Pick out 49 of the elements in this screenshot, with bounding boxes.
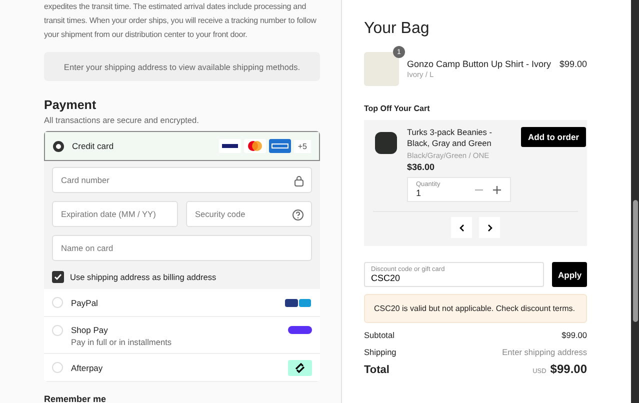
payment-option[interactable]: PayPal — [44, 289, 320, 317]
total-amount: $99.00 — [550, 362, 587, 376]
discount-warning-message: CSC20 is valid but not applicable. Check discount terms. — [364, 294, 587, 323]
payment-option-sublabel: Pay in full or in installments — [71, 337, 173, 347]
name-on-card-field[interactable]: Name on card — [52, 235, 312, 261]
chevron-left-icon — [458, 224, 464, 232]
more-cards-badge: +5 — [294, 140, 311, 152]
total-label: Total — [364, 364, 390, 376]
payment-option-label: Afterpay — [71, 362, 104, 372]
radio-button[interactable] — [53, 140, 64, 152]
mastercard-logo-icon — [244, 139, 266, 153]
payment-option-label: PayPal — [71, 298, 99, 308]
payment-option-label: Shop Pay — [71, 325, 109, 335]
summary-label: Subtotal — [364, 330, 394, 340]
bag-heading: Your Bag — [364, 20, 430, 38]
apply-button[interactable]: Apply — [552, 262, 587, 287]
summary-label: Shipping — [364, 347, 396, 357]
remember-me-heading: Remember me — [44, 394, 108, 403]
billing-checkbox-label: Use shipping address as billing address — [70, 272, 216, 282]
payment-option[interactable]: Shop Pay Pay in full or in installments — [44, 317, 320, 354]
upsell-product-price: $36.00 — [407, 162, 436, 172]
afterpay-logo-icon — [288, 360, 312, 376]
next-button[interactable] — [479, 217, 500, 238]
product-name: Gonzo Camp Button Up Shirt - Ivory — [407, 59, 552, 69]
summary-value: Enter shipping address — [502, 347, 587, 357]
upsell-product-name: Turks 3-pack Beanies - Black, Gray and Green — [407, 127, 493, 149]
payment-option-label: Credit card — [72, 141, 115, 151]
help-icon[interactable] — [292, 209, 304, 221]
quantity-value: 1 — [416, 188, 422, 198]
lock-icon — [294, 175, 304, 187]
upsell-heading: Top Off Your Cart — [364, 104, 431, 113]
plus-icon[interactable] — [492, 184, 502, 194]
shipping-info-text: expedites the transit time. The estimated arrival dates include processing and transit times. When your order ships, you will receive a tracking number to follow your shipment from our distribution center to your front door. — [44, 1, 318, 41]
expiration-date-field[interactable]: Expiration date (MM / YY) — [52, 201, 178, 227]
card-number-field[interactable]: Card number — [52, 167, 312, 193]
payment-option[interactable]: Credit card +5 — [44, 131, 320, 161]
security-code-field[interactable]: Security code — [186, 201, 312, 227]
previous-button[interactable] — [451, 217, 472, 238]
summary-value: $99.00 — [562, 330, 587, 340]
payment-option[interactable]: Afterpay — [44, 354, 320, 382]
scrollbar[interactable] — [631, 0, 639, 403]
product-price: $99.00 — [559, 58, 587, 69]
checkbox[interactable] — [52, 271, 64, 283]
beanies-photo-placeholder — [375, 132, 397, 154]
shipping-notice: Enter your shipping address to view available shipping methods. — [44, 52, 320, 81]
payment-subtitle: All transactions are secure and encrypted. — [44, 115, 200, 125]
add-to-order-button[interactable]: Add to order — [521, 127, 586, 147]
chevron-right-icon — [486, 224, 492, 232]
payment-heading: Payment — [44, 98, 98, 112]
